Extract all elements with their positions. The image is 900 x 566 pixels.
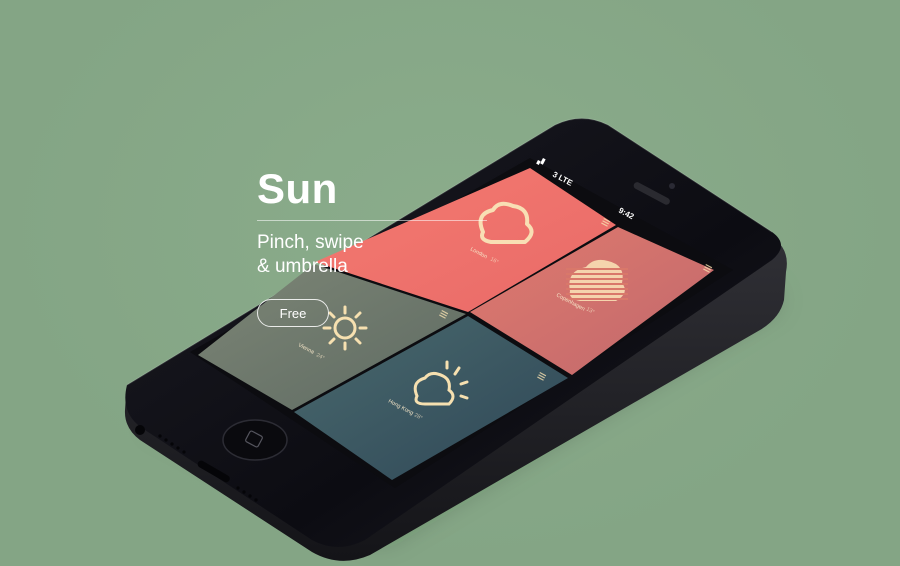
front-camera <box>669 183 675 189</box>
app-title: Sun <box>257 165 338 212</box>
headphone-jack <box>135 425 145 435</box>
title-divider <box>257 220 487 221</box>
hero-section: Sun Pinch, swipe & umbrella Free <box>257 168 507 327</box>
free-download-button[interactable]: Free <box>257 299 329 327</box>
tagline-line-1: Pinch, swipe <box>257 232 364 253</box>
home-button[interactable] <box>222 419 288 461</box>
app-tagline: Pinch, swipe & umbrella <box>257 231 507 279</box>
tagline-line-2: & umbrella <box>257 256 348 277</box>
